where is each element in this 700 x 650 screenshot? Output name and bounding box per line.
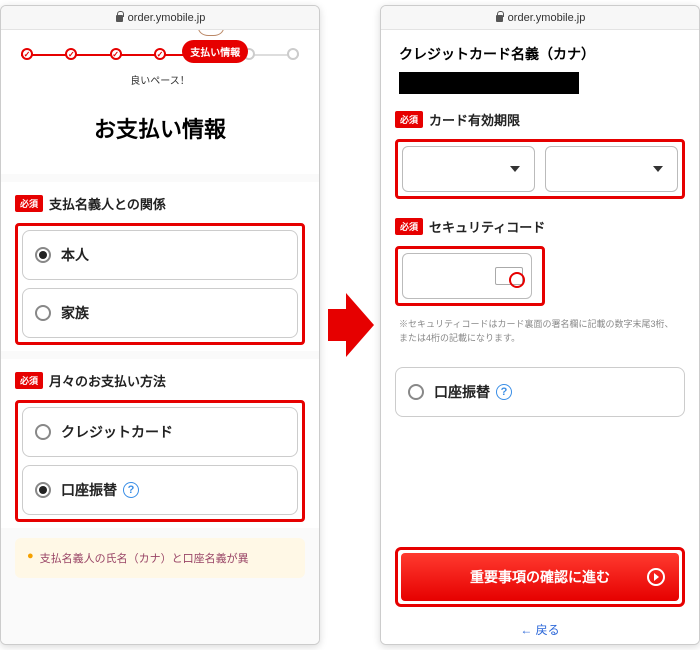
progress-stepper: 支払い情報 良いペース！ <box>1 30 319 86</box>
screen-right: order.ymobile.jp クレジットカード名義（カナ） 必須 カード有効… <box>380 5 700 645</box>
section-title: 月々のお支払い方法 <box>49 371 166 390</box>
option-label: 口座振替 <box>61 480 117 500</box>
section-relation: 必須 支払名義人との関係 本人 家族 <box>1 182 319 351</box>
radio-icon <box>35 482 51 498</box>
progress-caption: 良いペース！ <box>1 72 319 87</box>
url-text: order.ymobile.jp <box>508 12 586 24</box>
highlight-box <box>395 246 545 306</box>
url-text: order.ymobile.jp <box>128 12 206 24</box>
highlight-box <box>395 139 685 199</box>
lock-icon <box>115 13 124 22</box>
required-badge: 必須 <box>15 372 43 389</box>
section-method: 必須 月々のお支払い方法 クレジットカード 口座振替 ? <box>1 359 319 528</box>
button-label: 重要事項の確認に進む <box>470 567 610 587</box>
chevron-down-icon <box>653 166 663 172</box>
option-bank-transfer[interactable]: 口座振替 ? <box>395 367 685 417</box>
mascot-icon <box>198 30 224 36</box>
transition-arrow-icon <box>328 285 372 365</box>
section-security: 必須 セキュリティコード <box>381 213 699 312</box>
lock-icon <box>495 13 504 22</box>
url-bar: order.ymobile.jp <box>1 6 319 30</box>
radio-icon <box>35 424 51 440</box>
page-title: お支払い情報 <box>1 86 319 174</box>
radio-icon <box>35 247 51 263</box>
option-label: 口座振替 <box>434 382 490 402</box>
option-bank-transfer[interactable]: 口座振替 ? <box>22 465 298 515</box>
radio-icon <box>408 384 424 400</box>
proceed-button[interactable]: 重要事項の確認に進む <box>401 553 679 601</box>
option-label: 本人 <box>61 245 89 265</box>
section-title: カード有効期限 <box>429 110 520 129</box>
help-icon[interactable]: ? <box>123 482 139 498</box>
step-dot <box>110 48 122 60</box>
radio-icon <box>35 305 51 321</box>
warning-notice: ● 支払名義人の氏名（カナ）と口座名義が異 <box>15 538 305 578</box>
arrow-right-icon <box>647 568 665 586</box>
security-code-input[interactable] <box>402 253 532 299</box>
step-dot <box>65 48 77 60</box>
cardholder-label: クレジットカード名義（カナ） <box>381 30 699 72</box>
option-self[interactable]: 本人 <box>22 230 298 280</box>
required-badge: 必須 <box>15 195 43 212</box>
chevron-down-icon <box>510 166 520 172</box>
highlight-box: クレジットカード 口座振替 ? <box>15 400 305 522</box>
section-expiry: 必須 カード有効期限 <box>381 110 699 205</box>
step-active-label: 支払い情報 <box>182 40 248 63</box>
redacted-value <box>399 72 579 94</box>
highlight-box: 重要事項の確認に進む <box>395 547 685 607</box>
option-label: 家族 <box>61 303 89 323</box>
screen-left: order.ymobile.jp 支払い情報 良いペース！ お支払い情報 <box>0 5 320 645</box>
highlight-box: 本人 家族 <box>15 223 305 345</box>
back-link[interactable]: 戻る <box>381 615 699 644</box>
section-title: セキュリティコード <box>429 217 545 236</box>
help-icon[interactable]: ? <box>496 384 512 400</box>
warning-icon: ● <box>27 550 34 562</box>
notice-text: 支払名義人の氏名（カナ）と口座名義が異 <box>40 550 249 566</box>
step-dot <box>154 48 166 60</box>
expiry-year-select[interactable] <box>545 146 678 192</box>
option-label: クレジットカード <box>61 422 173 442</box>
security-hint: ※セキュリティコードはカード裏面の署名欄に記載の数字末尾3桁、または4桁の記載に… <box>381 312 699 359</box>
option-family[interactable]: 家族 <box>22 288 298 338</box>
step-dot <box>287 48 299 60</box>
required-badge: 必須 <box>395 111 423 128</box>
section-title: 支払名義人との関係 <box>49 194 166 213</box>
step-dot <box>21 48 33 60</box>
option-credit-card[interactable]: クレジットカード <box>22 407 298 457</box>
url-bar: order.ymobile.jp <box>381 6 699 30</box>
expiry-month-select[interactable] <box>402 146 535 192</box>
card-back-icon <box>495 267 523 285</box>
required-badge: 必須 <box>395 218 423 235</box>
